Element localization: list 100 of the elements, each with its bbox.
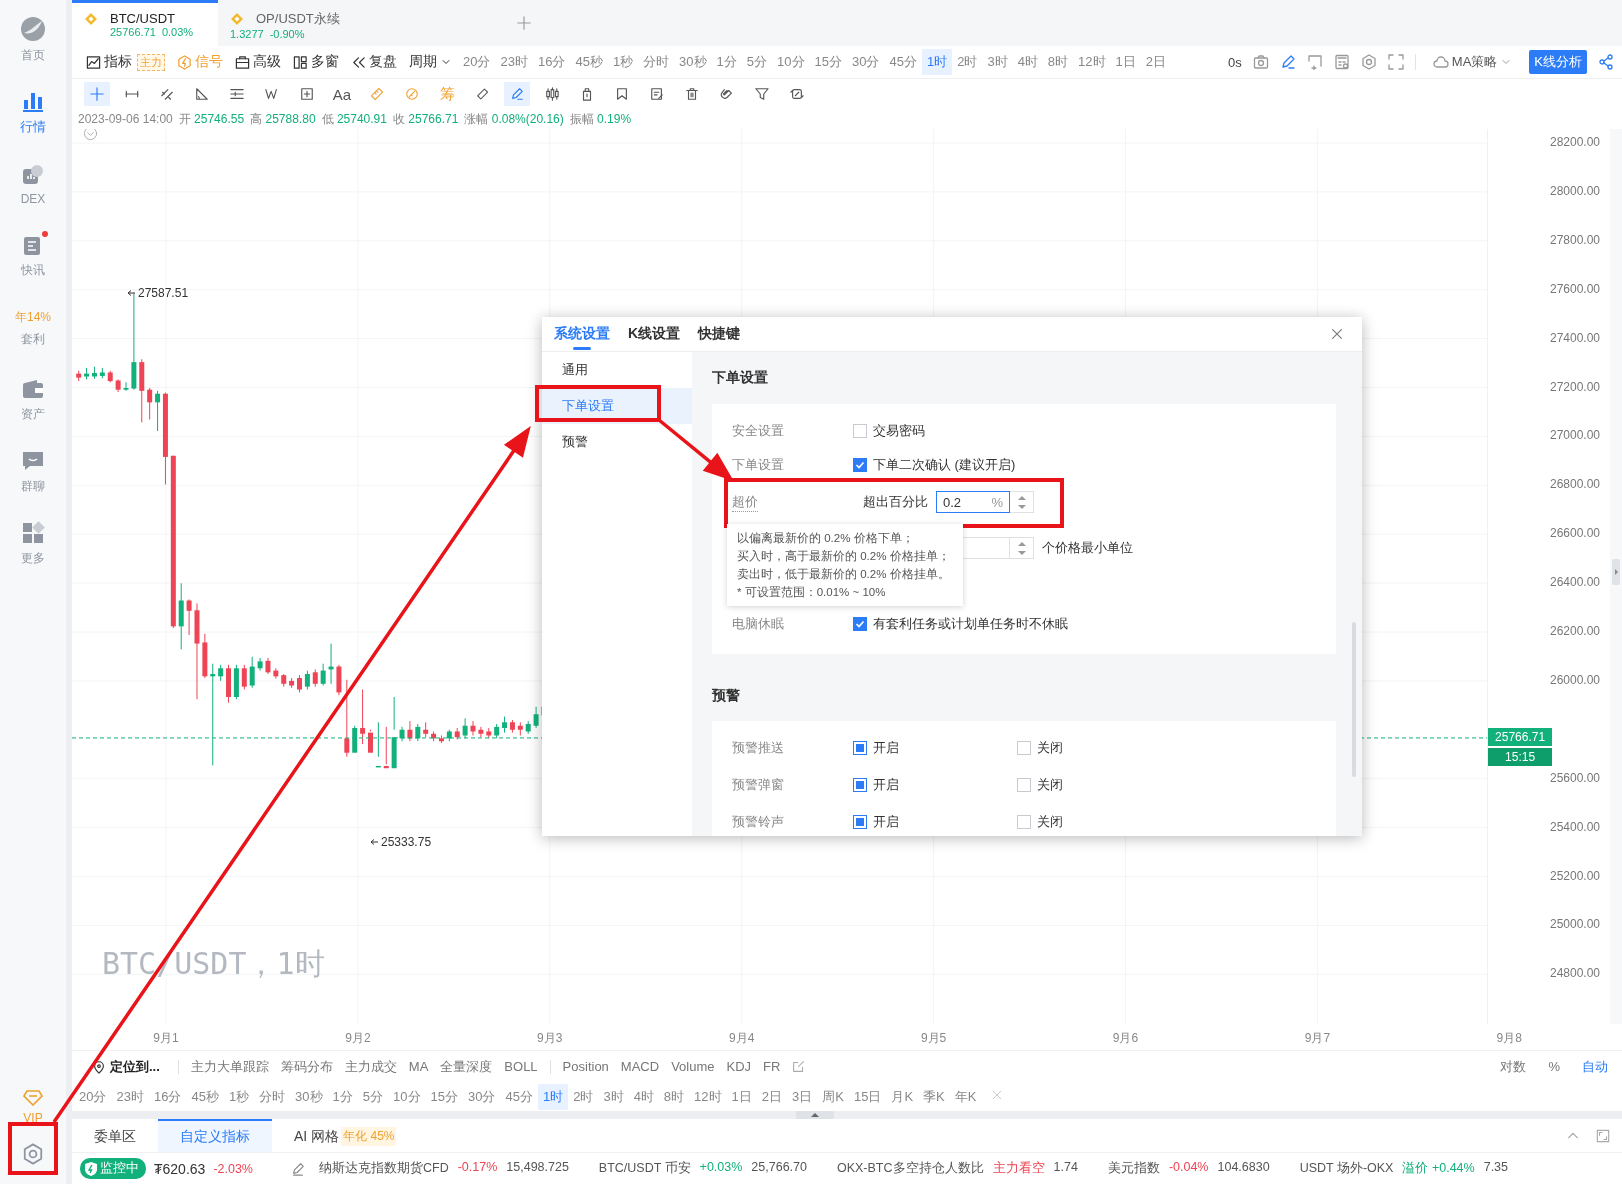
period-tab[interactable]: 3时 bbox=[598, 1083, 629, 1110]
collapse-handle-icon[interactable] bbox=[1612, 559, 1620, 585]
period-tab[interactable]: 23时 bbox=[111, 1083, 149, 1110]
indicator-toggle[interactable]: 筹码分布 bbox=[280, 1057, 333, 1076]
period-tab[interactable]: 5分 bbox=[357, 1083, 389, 1110]
period-tab[interactable]: 15分 bbox=[809, 49, 847, 75]
nav-item[interactable]: 预警 bbox=[542, 424, 692, 460]
period-tab[interactable]: 1时 bbox=[921, 49, 953, 75]
period-tab[interactable]: 1时 bbox=[537, 1083, 569, 1110]
period-tab[interactable]: 23时 bbox=[495, 49, 533, 75]
close-icon[interactable] bbox=[991, 1089, 1004, 1101]
period-tab[interactable]: 4时 bbox=[1012, 49, 1043, 75]
dialog-tab[interactable]: 系统设置 bbox=[554, 317, 610, 351]
chevron-down-icon[interactable] bbox=[83, 129, 98, 141]
sidebar-item[interactable]: 资产 bbox=[3, 364, 63, 436]
period-tab[interactable]: 45分 bbox=[884, 49, 922, 75]
sidebar-item[interactable]: 群聊 bbox=[3, 436, 63, 508]
period-tab[interactable]: 分时 bbox=[638, 49, 675, 75]
period-tab[interactable]: 5分 bbox=[741, 49, 773, 75]
share-icon[interactable] bbox=[1598, 54, 1614, 70]
option-checkbox[interactable]: 开启 bbox=[853, 775, 1017, 794]
down-arrow-icon[interactable] bbox=[1017, 550, 1026, 556]
locate-button[interactable]: 定位到... bbox=[86, 1056, 166, 1077]
up-arrow-icon[interactable] bbox=[1017, 494, 1026, 500]
period-tab[interactable]: 45秒 bbox=[570, 49, 608, 75]
period-tab[interactable]: 30秒 bbox=[290, 1083, 328, 1110]
period-tab[interactable]: 月K bbox=[886, 1083, 919, 1110]
period-tab[interactable]: 3日 bbox=[787, 1083, 818, 1110]
stepper-control[interactable] bbox=[1010, 537, 1034, 559]
option-checkbox[interactable]: 关闭 bbox=[1017, 775, 1181, 794]
indicator-toggle[interactable]: 主力大单跟踪 bbox=[190, 1057, 269, 1076]
vip-button[interactable]: VIP bbox=[3, 1080, 63, 1134]
period-tab[interactable]: 季K bbox=[918, 1083, 950, 1110]
toolbar-menu[interactable]: 复盘 bbox=[345, 53, 403, 71]
option-checkbox[interactable]: 开启 bbox=[853, 738, 1017, 757]
checkbox[interactable]: 有套利任务或计划单任务时不休眠 bbox=[853, 615, 1068, 633]
toolbar-menu[interactable]: 信号 bbox=[171, 53, 229, 71]
period-tab[interactable]: 1日 bbox=[726, 1083, 757, 1110]
period-tab[interactable]: 20分 bbox=[458, 49, 496, 75]
sidebar-item[interactable]: 更多 bbox=[3, 508, 63, 580]
period-tab[interactable]: 1秒 bbox=[607, 49, 639, 75]
period-tab[interactable]: 30秒 bbox=[674, 49, 712, 75]
indicator-toggle[interactable]: MA bbox=[408, 1059, 429, 1074]
analysis-button[interactable]: K线分析 bbox=[1529, 50, 1587, 74]
panel-tab[interactable]: AI 网格 年化 45% bbox=[272, 1119, 419, 1152]
screen-plus-icon[interactable] bbox=[1306, 54, 1323, 70]
indicator-toggle[interactable]: Volume bbox=[671, 1059, 715, 1074]
period-tab[interactable]: 2时 bbox=[568, 1083, 599, 1110]
indicator-toggle[interactable]: BOLL bbox=[504, 1059, 538, 1074]
period-tab[interactable]: 30分 bbox=[847, 49, 885, 75]
period-tab[interactable]: 15分 bbox=[425, 1083, 463, 1110]
period-tab[interactable]: 1分 bbox=[327, 1083, 358, 1110]
drawing-tool-button[interactable]: Aa bbox=[329, 82, 355, 106]
up-arrow-icon[interactable] bbox=[1017, 540, 1026, 546]
symbol-tab[interactable]: BTC/USDT 25766.71 0.03% bbox=[72, 0, 218, 46]
sidebar-item[interactable]: 行情 bbox=[3, 76, 63, 148]
checkbox[interactable]: 交易密码 bbox=[853, 422, 925, 440]
toolbar-menu[interactable]: 指标 主力 bbox=[80, 53, 171, 71]
option-checkbox[interactable]: 关闭 bbox=[1017, 738, 1181, 757]
drawing-tool-button[interactable]: 筹 bbox=[434, 82, 460, 106]
period-tab[interactable]: 45分 bbox=[500, 1083, 538, 1110]
period-tab[interactable]: 2日 bbox=[756, 1083, 788, 1110]
indicator-toggle[interactable]: 全量深度 bbox=[440, 1057, 493, 1076]
down-arrow-icon[interactable] bbox=[1017, 504, 1026, 510]
sidebar-item[interactable]: DEX bbox=[3, 148, 63, 220]
expand-icon[interactable] bbox=[1596, 1128, 1610, 1143]
period-tab[interactable]: 15日 bbox=[848, 1083, 887, 1110]
symbol-tab[interactable]: OP/USDT永续 1.3277 -0.90% bbox=[218, 0, 364, 46]
period-tab[interactable]: 8时 bbox=[1042, 49, 1074, 75]
period-tab[interactable]: 45秒 bbox=[186, 1083, 224, 1110]
panel-tab[interactable]: 自定义指标 bbox=[158, 1119, 272, 1152]
settings-icon[interactable] bbox=[1360, 54, 1377, 70]
camera-icon[interactable] bbox=[1252, 54, 1269, 70]
indicator-toggle[interactable]: KDJ bbox=[726, 1059, 752, 1074]
period-tab[interactable]: 3时 bbox=[982, 49, 1013, 75]
checkbox[interactable]: 下单二次确认 (建议开启) bbox=[853, 456, 1016, 474]
period-tab[interactable]: 周K bbox=[817, 1083, 849, 1110]
dialog-tab[interactable]: 快捷键 bbox=[698, 317, 741, 351]
period-tab[interactable]: 12时 bbox=[689, 1083, 727, 1110]
calculator-icon[interactable] bbox=[1333, 54, 1350, 70]
sidebar-item[interactable]: 年14% 套利 bbox=[3, 292, 63, 364]
period-tab[interactable]: 1秒 bbox=[223, 1083, 255, 1110]
edit-icon[interactable] bbox=[792, 1060, 806, 1073]
indicator-toggle[interactable]: MACD bbox=[620, 1059, 660, 1074]
period-tab[interactable]: 16分 bbox=[532, 49, 571, 75]
scale-option[interactable]: % bbox=[1548, 1057, 1560, 1076]
nav-item[interactable]: 通用 bbox=[542, 352, 692, 388]
period-tab[interactable]: 12时 bbox=[1073, 49, 1111, 75]
panel-tab[interactable]: 委单区 bbox=[72, 1119, 158, 1152]
fullscreen-icon[interactable] bbox=[1387, 54, 1404, 70]
option-checkbox[interactable]: 开启 bbox=[853, 812, 1017, 831]
sidebar-item[interactable]: 快讯 bbox=[3, 220, 63, 292]
period-tab[interactable]: 4时 bbox=[628, 1083, 659, 1110]
toolbar-menu[interactable]: 高级 bbox=[229, 53, 287, 71]
period-tab[interactable]: 分时 bbox=[254, 1083, 291, 1110]
percent-input[interactable]: 0.2 % bbox=[936, 491, 1010, 513]
period-tab[interactable]: 10分 bbox=[388, 1083, 426, 1110]
stepper-control[interactable] bbox=[1010, 491, 1034, 513]
dialog-tab[interactable]: K线设置 bbox=[628, 317, 681, 351]
scale-option[interactable]: 自动 bbox=[1582, 1057, 1608, 1076]
